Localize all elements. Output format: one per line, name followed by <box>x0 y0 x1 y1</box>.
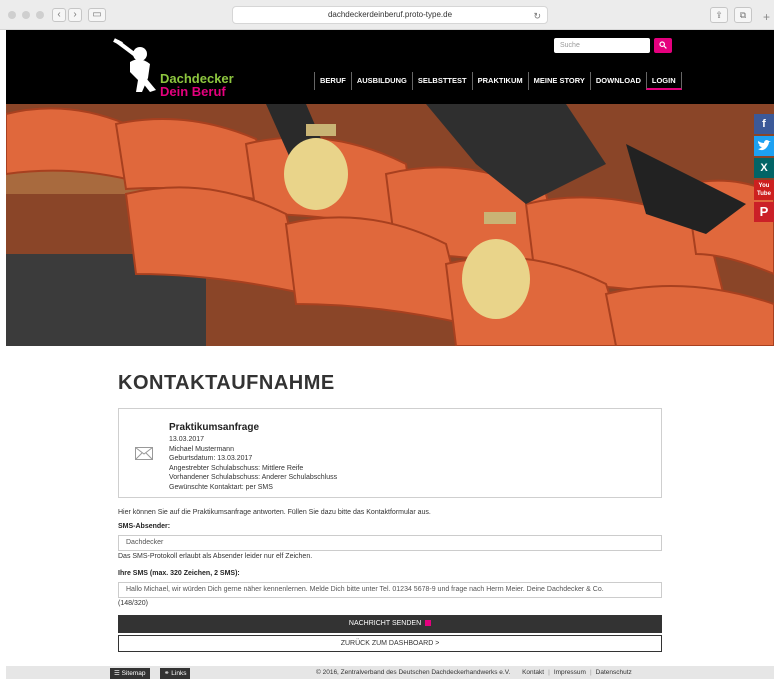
url-text: dachdeckerdeinberuf.proto-type.de <box>327 10 453 19</box>
nav-praktikum[interactable]: PRAKTIKUM <box>471 72 528 90</box>
request-name: Michael Mustermann <box>169 445 234 453</box>
sender-hint: Das SMS-Protokoll erlaubt als Absender l… <box>118 553 313 560</box>
nav-ausbildung[interactable]: AUSBILDUNG <box>350 72 412 90</box>
request-birthdate: Geburtsdatum: 13.03.2017 <box>169 455 253 462</box>
nav-selbsttest[interactable]: SELBSTTEST <box>411 72 472 90</box>
back-to-dashboard-button[interactable]: ZURÜCK ZUM DASHBOARD > <box>118 635 662 652</box>
sidebar-icon[interactable]: ▭ <box>88 8 106 22</box>
links-button[interactable]: ⚭ Links <box>160 668 191 679</box>
forward-icon[interactable]: › <box>68 8 82 22</box>
request-date: 13.03.2017 <box>169 436 205 443</box>
footer-info: © 2016, Zentralverband des Deutschen Dac… <box>316 669 632 676</box>
request-current-degree: Vorhandener Schulabschuss: Anderer Schul… <box>169 474 338 481</box>
menu-icon: ☰ <box>114 670 120 677</box>
send-message-button[interactable]: NACHRICHT SENDEN <box>118 615 662 633</box>
new-tab-icon[interactable]: + <box>763 10 770 24</box>
reload-icon[interactable]: ↻ <box>533 8 541 24</box>
site-header: Dachdecker Dein Beruf Suche BERUF AUSBIL… <box>6 30 774 104</box>
search-input[interactable]: Suche <box>554 38 650 53</box>
back-icon[interactable]: ‹ <box>52 8 66 22</box>
sms-label: Ihre SMS (max. 320 Zeichen, 2 SMS): <box>118 570 240 577</box>
search-icon[interactable] <box>654 38 672 53</box>
logo-line-2: Dein Beruf <box>160 84 226 99</box>
address-bar[interactable]: dachdeckerdeinberuf.proto-type.de ↻ <box>232 6 548 24</box>
share-icon[interactable]: ⇪ <box>710 7 728 23</box>
close-window-button[interactable] <box>8 11 16 19</box>
window-controls <box>8 11 44 19</box>
site-logo[interactable]: Dachdecker Dein Beruf <box>160 72 234 98</box>
site-footer: ☰ Sitemap ⚭ Links © 2016, Zentralverband… <box>6 666 774 679</box>
nav-meine-story[interactable]: MEINE STORY <box>527 72 590 90</box>
form-intro: Hier können Sie auf die Praktikumsanfrag… <box>118 509 431 516</box>
main-nav: BERUF AUSBILDUNG SELBSTTEST PRAKTIKUM ME… <box>314 72 682 90</box>
sms-textarea[interactable]: Hallo Michael, wir würden Dich gerne näh… <box>118 582 662 598</box>
request-title: Praktikumsanfrage <box>169 422 260 433</box>
xing-icon[interactable]: X <box>754 158 774 178</box>
copyright-text: © 2016, Zentralverband des Deutschen Dac… <box>316 669 511 676</box>
tabs-icon[interactable]: ⧉ <box>734 7 752 23</box>
request-target-degree: Angestrebter Schulabschuss: Mittlere Rei… <box>169 464 304 472</box>
sender-field[interactable]: Dachdecker <box>118 535 662 551</box>
minimize-window-button[interactable] <box>22 11 30 19</box>
facebook-icon[interactable]: f <box>754 114 774 134</box>
send-arrow-icon <box>425 620 432 627</box>
social-sidebar: f X You Tube P <box>754 114 774 224</box>
footer-link-impressum[interactable]: Impressum <box>554 669 586 676</box>
sitemap-button[interactable]: ☰ Sitemap <box>110 668 150 679</box>
roof-tiles-photo <box>6 104 774 346</box>
request-card: Praktikumsanfrage 13.03.2017 Michael Mus… <box>118 408 662 498</box>
nav-beruf[interactable]: BERUF <box>314 72 351 90</box>
send-button-label: NACHRICHT SENDEN <box>348 620 422 627</box>
youtube-icon[interactable]: You Tube <box>754 180 774 200</box>
roofer-logo-icon[interactable] <box>112 38 160 94</box>
twitter-icon[interactable] <box>754 136 774 156</box>
nav-download[interactable]: DOWNLOAD <box>589 72 646 90</box>
sitemap-label: Sitemap <box>121 670 146 677</box>
hero-image <box>6 104 774 346</box>
sender-label: SMS-Absender: <box>118 523 171 530</box>
links-label: Links <box>171 670 187 677</box>
footer-link-datenschutz[interactable]: Datenschutz <box>596 669 632 676</box>
footer-link-kontakt[interactable]: Kontakt <box>512 669 544 676</box>
sms-char-count: (148/320) <box>118 600 148 607</box>
pinterest-icon[interactable]: P <box>754 202 774 222</box>
browser-toolbar: ‹ › ▭ dachdeckerdeinberuf.proto-type.de … <box>0 0 774 30</box>
request-contact-type: Gewünschte Kontaktart: per SMS <box>169 483 273 491</box>
zoom-window-button[interactable] <box>36 11 44 19</box>
page-title: KONTAKTAUFNAHME <box>118 372 335 394</box>
link-icon: ⚭ <box>164 670 170 677</box>
envelope-icon <box>135 447 153 460</box>
nav-login[interactable]: LOGIN <box>645 72 682 90</box>
request-details: Praktikumsanfrage 13.03.2017 Michael Mus… <box>169 422 337 492</box>
